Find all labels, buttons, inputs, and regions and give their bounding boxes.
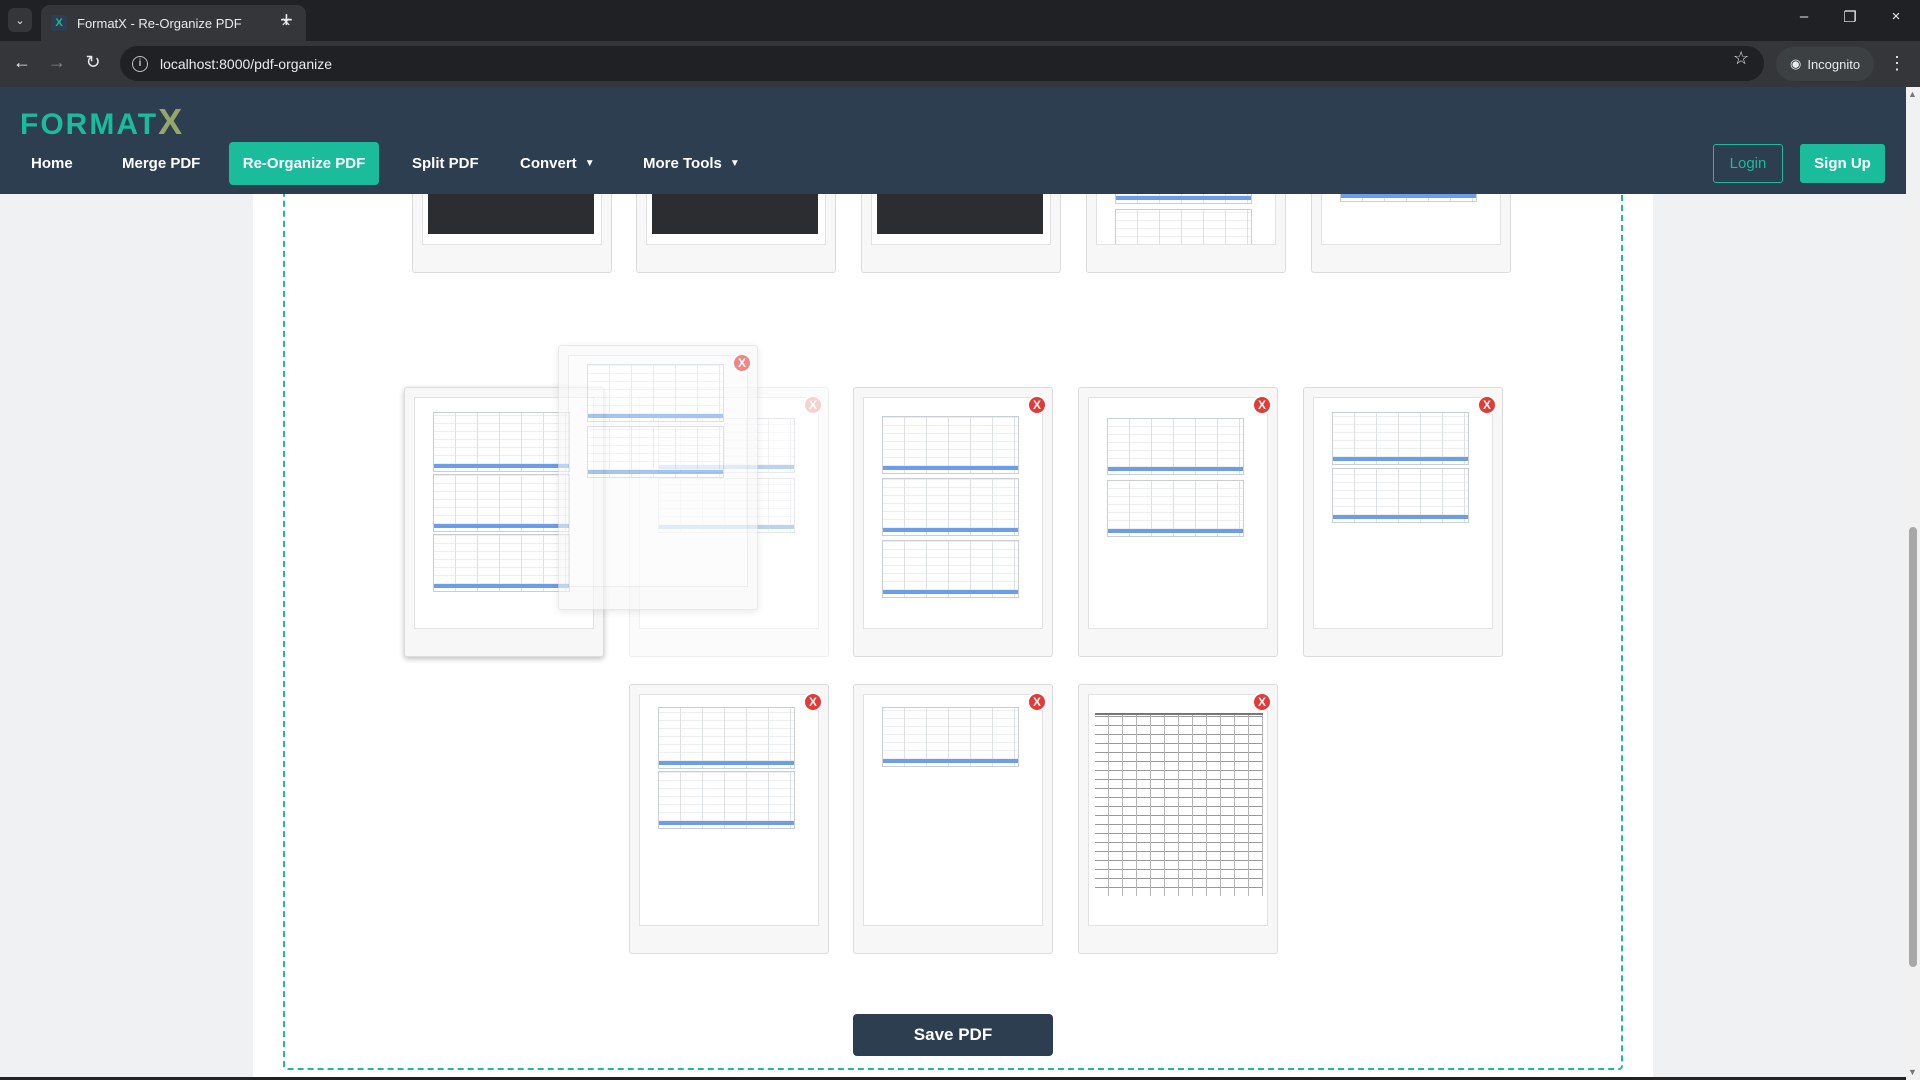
back-icon[interactable]: ←: [10, 52, 34, 73]
spreadsheet-preview: [882, 540, 1019, 598]
spreadsheet-preview: [433, 534, 570, 592]
spreadsheet-preview: [1115, 209, 1252, 244]
login-button[interactable]: Login: [1713, 144, 1783, 183]
nav-merge-label: Merge PDF: [122, 155, 201, 172]
page-card[interactable]: X: [1303, 387, 1503, 657]
delete-page-button[interactable]: X: [803, 692, 823, 712]
nav-convert[interactable]: Convert ▼: [508, 142, 607, 185]
table-preview: [1095, 713, 1263, 896]
incognito-badge[interactable]: ◉ Incognito: [1776, 47, 1875, 81]
signup-button[interactable]: Sign Up: [1800, 144, 1885, 183]
delete-page-button[interactable]: X: [1477, 395, 1497, 415]
page-thumbnail: [568, 355, 748, 587]
site-logo[interactable]: FORMATX: [20, 101, 184, 143]
incognito-icon: ◉: [1790, 56, 1802, 71]
spreadsheet-preview: [587, 426, 724, 478]
nav-home-label: Home: [31, 155, 73, 172]
logo-x: X: [158, 101, 185, 142]
spreadsheet-preview: [882, 707, 1019, 767]
save-pdf-button[interactable]: Save PDF: [853, 1014, 1053, 1056]
spreadsheet-preview: [1107, 480, 1244, 537]
page-card[interactable]: X: [1078, 684, 1278, 954]
page-thumbnail: [863, 694, 1043, 926]
tab-title: FormatX - Re-Organize PDF: [77, 15, 242, 31]
spreadsheet-preview: [882, 416, 1019, 474]
minimize-icon[interactable]: –: [1792, 8, 1816, 25]
browser-toolbar: ← → ↻ i localhost:8000/pdf-organize ☆ ◉ …: [0, 41, 1920, 87]
nav-more-tools-label: More Tools: [643, 155, 722, 172]
page-thumbnail: [639, 694, 819, 926]
scroll-down-icon[interactable]: ▼: [1908, 1067, 1917, 1077]
page-viewport: X X X X X X X X Save PDF FORMATX Home Me…: [0, 87, 1920, 1080]
spreadsheet-preview: [1107, 418, 1244, 475]
address-bar[interactable]: i localhost:8000/pdf-organize: [120, 46, 1764, 81]
spreadsheet-preview: [433, 412, 570, 472]
incognito-label: Incognito: [1807, 56, 1861, 72]
page-card[interactable]: X: [853, 684, 1053, 954]
page-card[interactable]: X: [853, 387, 1053, 657]
page-card[interactable]: X: [1078, 387, 1278, 657]
nav-split-pdf[interactable]: Split PDF: [400, 142, 491, 185]
nav-reorganize-label: Re-Organize PDF: [242, 155, 366, 172]
delete-page-button[interactable]: X: [1027, 692, 1047, 712]
restore-icon[interactable]: ❐: [1838, 8, 1862, 26]
page-thumbnail: [1088, 694, 1268, 926]
page-thumbnail: [1088, 397, 1268, 629]
url-text: localhost:8000/pdf-organize: [160, 55, 333, 72]
nav-home[interactable]: Home: [19, 142, 85, 185]
site-info-icon[interactable]: i: [132, 55, 148, 72]
favicon-icon: X: [51, 15, 67, 31]
nav-convert-label: Convert: [520, 155, 577, 172]
page-scrollbar[interactable]: ▲ ▼: [1906, 87, 1920, 1080]
spreadsheet-preview: [1332, 412, 1469, 465]
chevron-down-icon: ▼: [584, 158, 595, 169]
bookmark-star-icon[interactable]: ☆: [1733, 48, 1749, 69]
spreadsheet-preview: [587, 364, 724, 422]
logo-text: FORMAT: [20, 108, 159, 141]
spreadsheet-preview: [1332, 468, 1469, 523]
spreadsheet-preview: [433, 474, 570, 532]
delete-page-button[interactable]: X: [1252, 395, 1272, 415]
delete-page-button[interactable]: X: [1027, 395, 1047, 415]
scroll-up-icon[interactable]: ▲: [1908, 89, 1917, 99]
nav-merge-pdf[interactable]: Merge PDF: [110, 142, 212, 185]
delete-page-button[interactable]: X: [1252, 692, 1272, 712]
drag-preview: X: [558, 345, 758, 610]
browser-tabstrip: ⌄ X FormatX - Re-Organize PDF × + – ❐ ×: [0, 0, 1920, 41]
site-header: FORMATX Home Merge PDF Re-Organize PDF S…: [0, 87, 1906, 194]
reload-icon[interactable]: ↻: [81, 52, 105, 73]
browser-tab[interactable]: X FormatX - Re-Organize PDF ×: [41, 5, 306, 41]
spreadsheet-preview: [658, 707, 795, 769]
page-card[interactable]: X: [629, 684, 829, 954]
nav-more-tools[interactable]: More Tools ▼: [631, 142, 752, 185]
nav-reorganize-pdf[interactable]: Re-Organize PDF: [229, 142, 379, 185]
page-thumbnail: [863, 397, 1043, 629]
nav-split-label: Split PDF: [412, 155, 479, 172]
page-thumbnail: [1313, 397, 1493, 629]
chevron-down-icon: ▼: [729, 158, 740, 169]
new-tab-icon[interactable]: +: [280, 9, 293, 31]
delete-page-button[interactable]: X: [803, 395, 823, 415]
delete-page-button[interactable]: X: [732, 353, 752, 373]
scrollbar-thumb[interactable]: [1909, 527, 1917, 967]
spreadsheet-preview: [882, 478, 1019, 536]
window-close-icon[interactable]: ×: [1884, 8, 1908, 25]
spreadsheet-preview: [658, 771, 795, 829]
tab-search-icon[interactable]: ⌄: [8, 8, 32, 32]
browser-menu-icon[interactable]: ⋮: [1888, 53, 1906, 74]
forward-icon[interactable]: →: [45, 52, 69, 73]
